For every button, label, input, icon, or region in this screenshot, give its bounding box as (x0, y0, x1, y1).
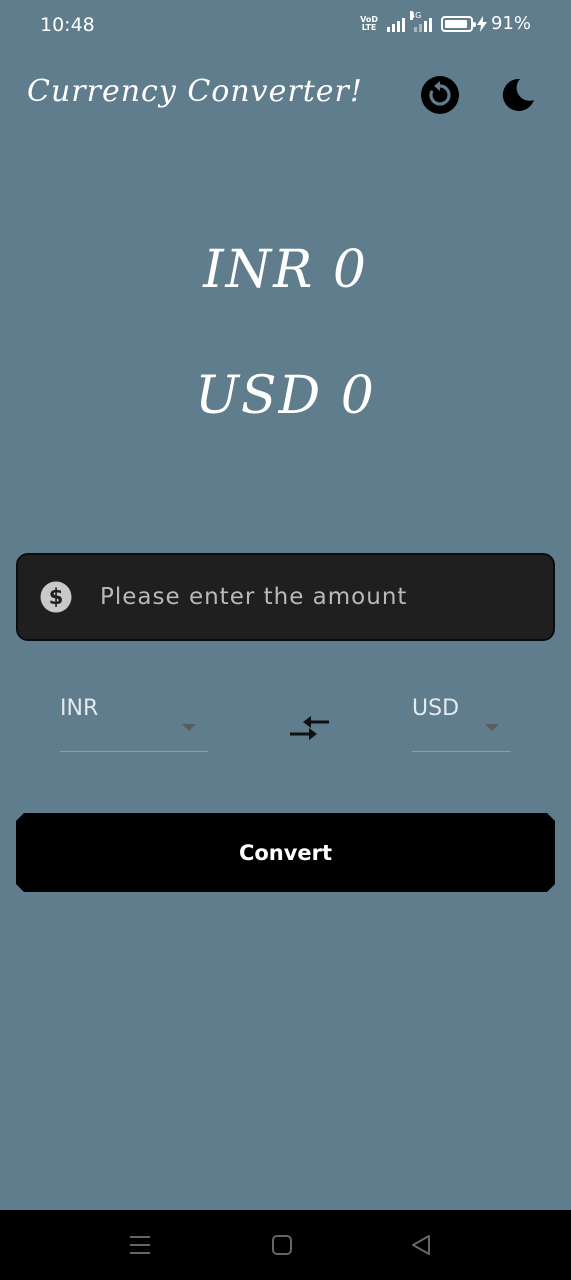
battery-indicator: 91% (440, 13, 531, 34)
moon-icon (502, 78, 534, 111)
battery-level (444, 19, 467, 28)
converted-to-display: USD 0 (195, 366, 376, 426)
back-icon[interactable] (409, 1234, 433, 1256)
dropdown-arrow-icon (485, 724, 499, 731)
amount-field[interactable]: $ (16, 553, 555, 641)
from-currency-value: INR (60, 696, 99, 721)
app-title: Currency Converter! (27, 74, 363, 109)
battery-icon (440, 15, 476, 32)
status-icons: VoD LTE 4G 91% (360, 10, 531, 34)
theme-toggle-button[interactable] (496, 74, 538, 116)
reset-button[interactable] (419, 74, 461, 116)
signal-icon (386, 16, 405, 32)
battery-percent: 91% (490, 13, 531, 34)
reset-icon (421, 76, 459, 114)
volte-icon: VoD LTE (360, 14, 378, 32)
network-type: 4G (409, 10, 422, 20)
convert-button[interactable]: Convert (16, 813, 555, 892)
dropdown-arrow-icon (182, 724, 196, 731)
charging-icon (476, 15, 487, 32)
swap-currencies-button[interactable] (287, 711, 333, 745)
home-icon[interactable] (270, 1234, 294, 1256)
status-bar: 10:48 VoD LTE 4G 91% (0, 0, 571, 52)
from-currency-dropdown[interactable]: INR (60, 692, 208, 752)
swap-arrows-icon (290, 716, 329, 740)
svg-text:$: $ (49, 585, 64, 609)
amount-input[interactable] (100, 567, 553, 627)
signal-4g-icon: 4G (409, 10, 432, 32)
converted-from-display: INR 0 (203, 240, 368, 300)
navigation-bar (0, 1210, 571, 1280)
to-currency-dropdown[interactable]: USD (412, 692, 511, 752)
dollar-icon: $ (40, 581, 72, 613)
menu-icon[interactable] (128, 1234, 152, 1256)
status-time: 10:48 (40, 14, 95, 36)
to-currency-value: USD (412, 696, 460, 721)
